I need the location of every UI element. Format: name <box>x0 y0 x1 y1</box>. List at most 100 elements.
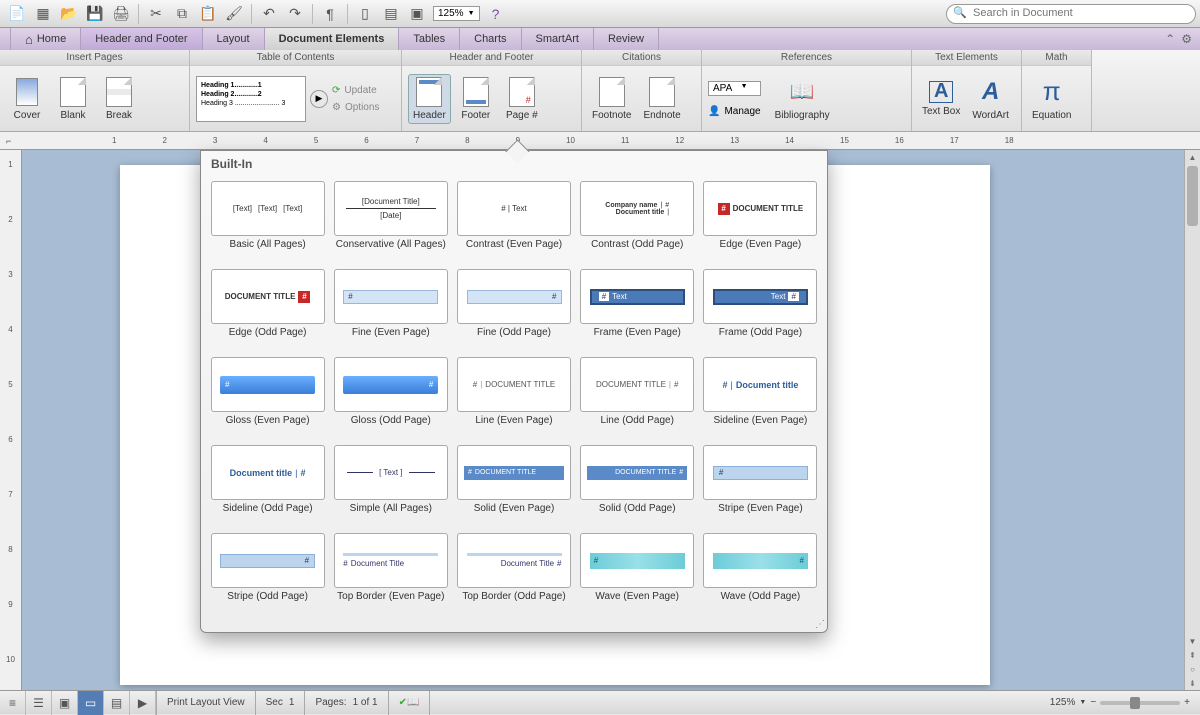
paste-icon[interactable]: 📋 <box>198 4 218 24</box>
publishing-view-button[interactable]: ▣ <box>52 691 78 715</box>
equation-button[interactable]: π Equation <box>1028 75 1075 123</box>
pilcrow-icon[interactable]: ¶ <box>320 4 340 24</box>
gallery-item-sideline_o[interactable]: Document title|#Sideline (Odd Page) <box>209 445 326 527</box>
spell-check-icon[interactable]: ✔📖 <box>389 691 431 715</box>
gallery-item-gloss_e[interactable]: #Gloss (Even Page) <box>209 357 326 439</box>
gallery-item-frame_o[interactable]: Text#Frame (Odd Page) <box>702 269 819 351</box>
new-doc-icon[interactable]: 📄 <box>7 4 27 24</box>
gallery-item-edge_o[interactable]: DOCUMENT TITLE#Edge (Odd Page) <box>209 269 326 351</box>
tab-charts[interactable]: Charts <box>460 28 521 50</box>
section-indicator[interactable]: Sec 1 <box>256 691 306 715</box>
print-layout-view-button[interactable]: ▭ <box>78 691 104 715</box>
zoom-value[interactable]: 125% <box>1050 697 1076 708</box>
gallery-item-frame_e[interactable]: #TextFrame (Even Page) <box>579 269 696 351</box>
gallery-item-topborder_o[interactable]: Document Title#Top Border (Odd Page) <box>455 533 572 615</box>
scroll-down-icon[interactable]: ▼ <box>1185 634 1200 648</box>
pagenum-button[interactable]: Page # <box>501 75 543 123</box>
gallery-item-sideline_e[interactable]: #|Document titleSideline (Even Page) <box>702 357 819 439</box>
outline-view-button[interactable]: ☰ <box>26 691 52 715</box>
gallery-item-contrast_e[interactable]: # | TextContrast (Even Page) <box>455 181 572 263</box>
gallery-item-fine_e[interactable]: #Fine (Even Page) <box>332 269 449 351</box>
tab-review[interactable]: Review <box>594 28 659 50</box>
browse-icon[interactable]: ○ <box>1185 662 1200 676</box>
tab-header-footer[interactable]: Header and Footer <box>81 28 202 50</box>
gallery-item-stripe_e[interactable]: #Stripe (Even Page) <box>702 445 819 527</box>
gallery-item-simple[interactable]: [ Text ]Simple (All Pages) <box>332 445 449 527</box>
gallery-item-solid_o[interactable]: DOCUMENT TITLE#Solid (Odd Page) <box>579 445 696 527</box>
gallery-item-conservative[interactable]: [Document Title][Date]Conservative (All … <box>332 181 449 263</box>
bibliography-button[interactable]: 📖 Bibliography <box>771 75 834 123</box>
collapse-icon[interactable]: ⌃ <box>1165 32 1175 46</box>
citation-style-select[interactable]: APA ▼ <box>708 81 761 96</box>
gallery-item-wave_e[interactable]: #Wave (Even Page) <box>579 533 696 615</box>
gear-icon[interactable]: ⚙ <box>1181 32 1192 46</box>
tab-smartart[interactable]: SmartArt <box>522 28 594 50</box>
header-button[interactable]: Header <box>408 74 451 124</box>
prev-page-icon[interactable]: ⇞ <box>1185 648 1200 662</box>
chevron-down-icon[interactable]: ▼ <box>1079 699 1086 706</box>
undo-icon[interactable]: ↶ <box>259 4 279 24</box>
zoom-in-icon[interactable]: + <box>1184 697 1190 708</box>
next-page-icon[interactable]: ⇟ <box>1185 676 1200 690</box>
gallery-item-line_e[interactable]: #|DOCUMENT TITLELine (Even Page) <box>455 357 572 439</box>
vertical-scrollbar[interactable]: ▲ ▼ ⇞ ○ ⇟ <box>1184 150 1200 690</box>
endnote-button[interactable]: Endnote <box>639 75 684 123</box>
ruler-vertical[interactable]: 12345678910111213 <box>0 150 22 690</box>
gallery-thumb: # <box>580 533 694 588</box>
toolbox-icon[interactable]: ▤ <box>381 4 401 24</box>
notebook-view-button[interactable]: ▤ <box>104 691 130 715</box>
search-input[interactable] <box>973 7 1185 19</box>
gallery-item-basic[interactable]: [Text][Text][Text]Basic (All Pages) <box>209 181 326 263</box>
footnote-button[interactable]: Footnote <box>588 75 635 123</box>
tab-layout[interactable]: Layout <box>203 28 265 50</box>
help-icon[interactable]: ? <box>486 4 506 24</box>
open-icon[interactable]: 📂 <box>59 4 79 24</box>
gallery-item-solid_e[interactable]: #DOCUMENT TITLESolid (Even Page) <box>455 445 572 527</box>
gallery-item-edge_e[interactable]: #DOCUMENT TITLEEdge (Even Page) <box>702 181 819 263</box>
toc-more-button[interactable]: ▶ <box>310 90 328 108</box>
textbox-button[interactable]: A Text Box <box>918 79 964 119</box>
tab-home[interactable]: Home <box>10 28 81 50</box>
tab-tables[interactable]: Tables <box>399 28 460 50</box>
scroll-up-icon[interactable]: ▲ <box>1185 150 1200 164</box>
ruler-horizontal[interactable]: ⌐ 123456789101112131415161718 <box>0 132 1200 150</box>
wordart-button[interactable]: A WordArt <box>968 75 1013 123</box>
resize-handle[interactable]: ⋰ <box>815 619 825 630</box>
gallery-item-topborder_e[interactable]: #Document TitleTop Border (Even Page) <box>332 533 449 615</box>
zoom-slider[interactable] <box>1100 701 1180 705</box>
scroll-thumb[interactable] <box>1187 166 1198 226</box>
redo-icon[interactable]: ↷ <box>285 4 305 24</box>
break-button[interactable]: Break <box>98 75 140 123</box>
view-mode-label[interactable]: Print Layout View <box>157 691 256 715</box>
gallery-item-fine_o[interactable]: #Fine (Odd Page) <box>455 269 572 351</box>
gallery-thumb: Document title|# <box>211 445 325 500</box>
gallery-item-stripe_o[interactable]: #Stripe (Odd Page) <box>209 533 326 615</box>
cover-button[interactable]: Cover <box>6 75 48 123</box>
gallery-item-wave_o[interactable]: #Wave (Odd Page) <box>702 533 819 615</box>
gallery-item-label: Conservative (All Pages) <box>336 239 446 263</box>
gallery-item-line_o[interactable]: DOCUMENT TITLE|#Line (Odd Page) <box>579 357 696 439</box>
toc-preview[interactable]: Heading 1............1 Heading 2........… <box>196 76 306 122</box>
print-icon[interactable]: 🖨 <box>111 4 131 24</box>
save-icon[interactable]: 💾 <box>85 4 105 24</box>
update-button[interactable]: ⟳Update <box>332 85 379 96</box>
manage-button[interactable]: 👤Manage <box>708 106 761 117</box>
cut-icon[interactable]: ✂ <box>146 4 166 24</box>
template-icon[interactable]: ▦ <box>33 4 53 24</box>
copy-icon[interactable]: ⧉ <box>172 4 192 24</box>
gallery-item-contrast_o[interactable]: Company name|#Document title|Contrast (O… <box>579 181 696 263</box>
gallery-item-label: Simple (All Pages) <box>350 503 432 527</box>
zoom-out-icon[interactable]: − <box>1090 697 1096 708</box>
pages-indicator[interactable]: Pages: 1 of 1 <box>305 691 388 715</box>
zoom-select[interactable]: 125% ▼ <box>433 6 480 21</box>
media-icon[interactable]: ▣ <box>407 4 427 24</box>
footer-button[interactable]: Footer <box>455 75 497 123</box>
tab-document-elements[interactable]: Document Elements <box>265 28 400 50</box>
draft-view-button[interactable]: ≡ <box>0 691 26 715</box>
gallery-item-gloss_o[interactable]: #Gloss (Odd Page) <box>332 357 449 439</box>
fullscreen-view-button[interactable]: ▶ <box>130 691 156 715</box>
sidebar-icon[interactable]: ▯ <box>355 4 375 24</box>
blank-button[interactable]: Blank <box>52 75 94 123</box>
format-painter-icon[interactable]: 🖌 <box>224 4 244 24</box>
options-button[interactable]: ⚙Options <box>332 102 379 113</box>
